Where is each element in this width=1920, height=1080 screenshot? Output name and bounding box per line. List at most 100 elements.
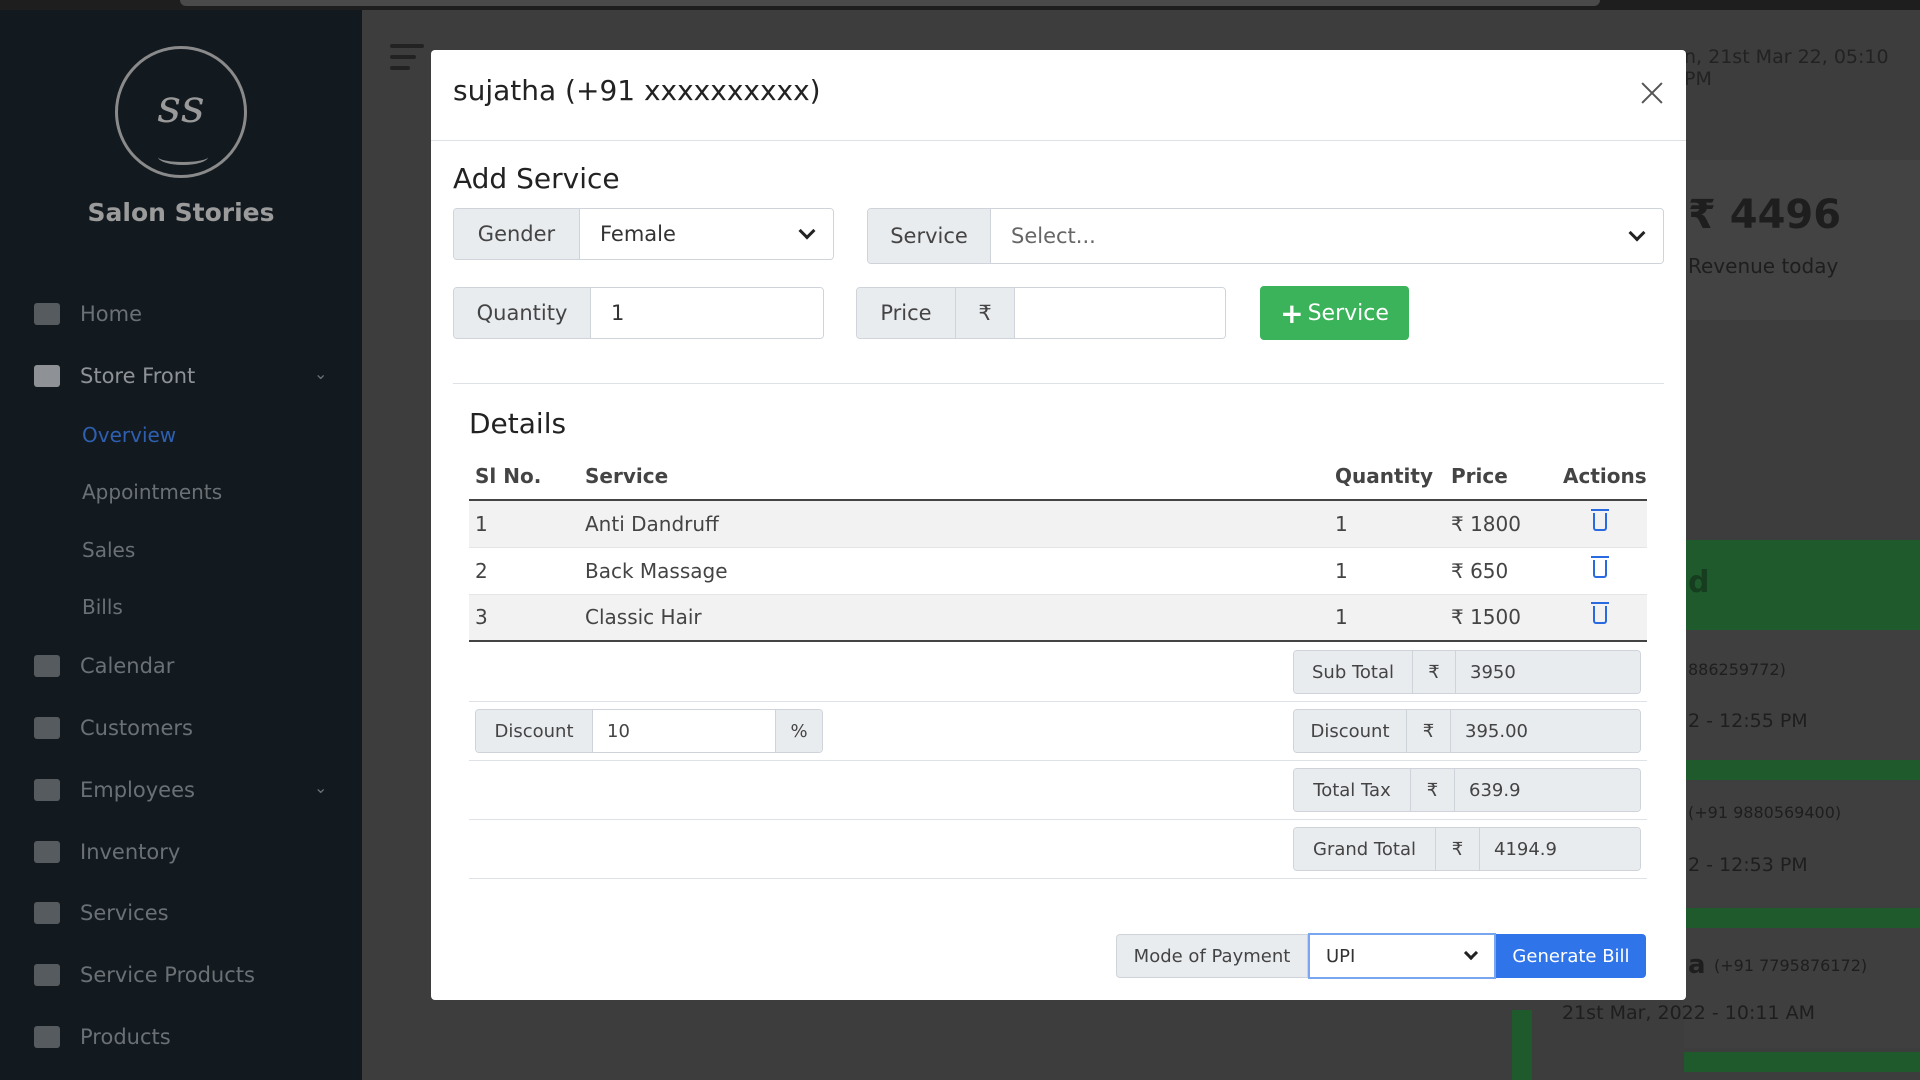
customers-icon xyxy=(34,717,60,739)
appointments-card-header-text: d xyxy=(1688,565,1710,600)
tax-row: Total Tax ₹ 639.9 xyxy=(469,761,1647,820)
appointment-phone: 886259772) xyxy=(1688,660,1786,679)
percent-icon: % xyxy=(776,710,822,752)
add-service-title: Add Service xyxy=(453,162,620,195)
discount-row: Discount 10 % Discount ₹ 395.00 xyxy=(469,702,1647,761)
trash-icon[interactable] xyxy=(1591,555,1609,578)
cell-service: Classic Hair xyxy=(579,594,1329,642)
sidebar-item-label: Customers xyxy=(80,716,193,740)
cell-actions xyxy=(1557,500,1647,548)
gender-select[interactable]: Gender Female xyxy=(453,208,834,260)
generate-bill-button[interactable]: Generate Bill xyxy=(1496,934,1646,978)
chevron-down-icon[interactable]: ⌄ xyxy=(314,364,327,383)
rupee-icon: ₹ xyxy=(956,288,1015,338)
gender-value[interactable]: Female xyxy=(580,209,833,259)
sidebar-item-products[interactable]: Products xyxy=(34,1019,171,1055)
divider xyxy=(453,383,1664,384)
services-icon xyxy=(34,902,60,924)
service-products-icon xyxy=(34,964,60,986)
header-date: n, 21st Mar 22, 05:10 PM xyxy=(1684,46,1889,90)
price-field[interactable]: Price ₹ xyxy=(856,287,1226,339)
total-tax-value: 639.9 xyxy=(1455,769,1640,811)
appointments-card-header xyxy=(1684,540,1920,630)
sidebar-item-customers[interactable]: Customers xyxy=(34,710,193,746)
price-input[interactable] xyxy=(1015,288,1225,338)
discount-percent-label: Discount xyxy=(476,710,593,752)
col-sl: Sl No. xyxy=(469,453,579,501)
sidebar-item-services[interactable]: Services xyxy=(34,895,169,931)
total-tax-field: Total Tax ₹ 639.9 xyxy=(1293,768,1641,812)
subtotal-row: Sub Total ₹ 3950 xyxy=(469,643,1647,702)
price-label: Price xyxy=(857,288,956,338)
revenue-label: Revenue today xyxy=(1688,254,1839,278)
subtotal-field: Sub Total ₹ 3950 xyxy=(1293,650,1641,694)
service-label: Service xyxy=(868,209,991,263)
quantity-label: Quantity xyxy=(454,288,591,338)
sidebar-sub-bills[interactable]: Bills xyxy=(82,595,123,619)
revenue-card xyxy=(1687,160,1920,320)
col-price: Price xyxy=(1445,453,1557,501)
modal-title: sujatha (+91 xxxxxxxxxx) xyxy=(453,74,821,107)
appointment-phone: (+91 7795876172) xyxy=(1714,956,1868,975)
service-dropdown[interactable]: Select... xyxy=(991,209,1663,263)
service-select[interactable]: Service Select... xyxy=(867,208,1664,264)
discount-amount-label: Discount xyxy=(1294,710,1407,752)
rupee-icon: ₹ xyxy=(1436,828,1480,870)
service-placeholder: Select... xyxy=(1011,224,1096,248)
appointment-card xyxy=(1684,928,1920,1048)
discount-percent-input[interactable]: 10 xyxy=(593,710,776,752)
cell-sl: 3 xyxy=(469,594,579,642)
cell-price: ₹ 650 xyxy=(1445,547,1557,595)
sidebar: ss Salon Stories Home Store Front ⌄ Over… xyxy=(0,10,362,1080)
sidebar-item-calendar[interactable]: Calendar xyxy=(34,648,174,684)
services-table: Sl No. Service Quantity Price Actions 1 … xyxy=(469,453,1647,642)
grand-total-field: Grand Total ₹ 4194.9 xyxy=(1293,827,1641,871)
sidebar-item-store-front[interactable]: Store Front xyxy=(34,358,195,394)
grand-total-label: Grand Total xyxy=(1294,828,1436,870)
sidebar-sub-overview[interactable]: Overview xyxy=(82,423,176,447)
salon-logo: ss xyxy=(115,46,247,178)
cell-sl: 1 xyxy=(469,500,579,548)
revenue-value: ₹ 4496 xyxy=(1688,192,1842,238)
cell-service: Anti Dandruff xyxy=(579,500,1329,548)
menu-icon[interactable] xyxy=(390,44,424,77)
appointment-time: 2 - 12:53 PM xyxy=(1688,854,1808,876)
quantity-field[interactable]: Quantity 1 xyxy=(453,287,824,339)
appointment-card xyxy=(1684,780,1920,910)
total-tax-label: Total Tax xyxy=(1294,769,1411,811)
sidebar-item-employees[interactable]: Employees xyxy=(34,772,195,808)
payment-mode-label: Mode of Payment xyxy=(1116,934,1308,978)
products-icon xyxy=(34,1026,60,1048)
cell-price: ₹ 1500 xyxy=(1445,594,1557,642)
discount-amount-field: Discount ₹ 395.00 xyxy=(1293,709,1641,753)
employees-icon xyxy=(34,779,60,801)
grand-total-row: Grand Total ₹ 4194.9 xyxy=(469,820,1647,879)
rupee-icon: ₹ xyxy=(1411,769,1455,811)
discount-percent-field[interactable]: Discount 10 % xyxy=(475,709,823,753)
col-quantity: Quantity xyxy=(1329,453,1445,501)
close-icon[interactable] xyxy=(1637,78,1667,108)
sidebar-item-service-products[interactable]: Service Products xyxy=(34,957,255,993)
inventory-icon xyxy=(34,841,60,863)
sidebar-sub-appointments[interactable]: Appointments xyxy=(82,480,222,504)
chevron-down-icon[interactable]: ⌄ xyxy=(314,778,327,797)
sidebar-item-inventory[interactable]: Inventory xyxy=(34,834,180,870)
add-service-button[interactable]: + Service xyxy=(1260,286,1409,340)
home-icon xyxy=(34,303,60,325)
quantity-input[interactable]: 1 xyxy=(591,288,823,338)
sidebar-item-label: Services xyxy=(80,901,169,925)
cell-qty: 1 xyxy=(1329,500,1445,548)
bill-modal: sujatha (+91 xxxxxxxxxx) Add Service Gen… xyxy=(431,50,1686,1000)
cell-qty: 1 xyxy=(1329,594,1445,642)
payment-mode-select[interactable]: UPI xyxy=(1308,933,1496,979)
subtotal-label: Sub Total xyxy=(1294,651,1413,693)
trash-icon[interactable] xyxy=(1591,508,1609,531)
appointment-name: a xyxy=(1688,950,1706,980)
cell-service: Back Massage xyxy=(579,547,1329,595)
sidebar-item-home[interactable]: Home xyxy=(34,296,142,332)
trash-icon[interactable] xyxy=(1591,602,1609,625)
sidebar-sub-sales[interactable]: Sales xyxy=(82,538,135,562)
table-header-row: Sl No. Service Quantity Price Actions xyxy=(469,453,1647,501)
sidebar-item-label: Store Front xyxy=(80,364,196,388)
chevron-down-icon xyxy=(798,222,816,240)
